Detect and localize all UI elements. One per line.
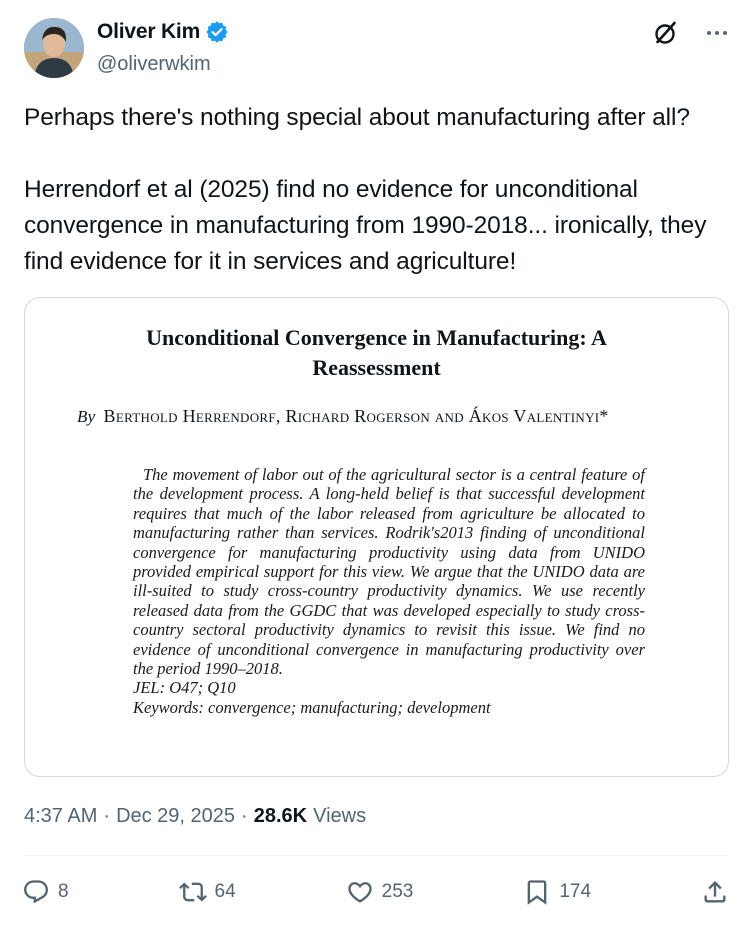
paper-author-names: Berthold Herrendorf, Richard Rogerson an… <box>103 406 609 426</box>
views-count: 28.6K <box>253 805 308 827</box>
paper-title: Unconditional Convergence in Manufacturi… <box>25 323 728 383</box>
tweet-date[interactable]: Dec 29, 2025 <box>116 805 235 828</box>
like-icon <box>347 882 372 903</box>
paper-title-line2: Reassessment <box>312 355 441 380</box>
author-name-row: Oliver Kim <box>97 20 228 44</box>
paper-abstract: The movement of labor out of the agricul… <box>133 465 645 717</box>
like-count: 253 <box>381 881 414 902</box>
more-icon[interactable] <box>705 21 729 45</box>
repost-button[interactable]: 64 <box>178 878 236 906</box>
reply-icon <box>24 880 48 904</box>
paper-authors: By Berthold Herrendorf, Richard Rogerson … <box>77 406 609 427</box>
tweet-paragraph: Herrendorf et al (2025) find no evidence… <box>24 176 707 275</box>
divider <box>24 855 729 856</box>
author-name[interactable]: Oliver Kim <box>97 20 200 44</box>
action-bar: 8 64 253 174 <box>22 872 729 912</box>
meta-separator: · <box>103 805 111 827</box>
abstract-keywords: Keywords: convergence; manufacturing; de… <box>133 697 491 717</box>
media-image-card[interactable]: Unconditional Convergence in Manufacturi… <box>24 297 729 777</box>
abstract-body: The movement of labor out of the agricul… <box>133 465 645 679</box>
like-button[interactable]: 253 <box>346 878 414 906</box>
reply-count: 8 <box>58 881 69 902</box>
tweet-time[interactable]: 4:37 AM <box>24 805 97 828</box>
views-label: Views <box>313 805 367 827</box>
author-handle[interactable]: @oliverwkim <box>97 53 211 76</box>
top-actions <box>653 20 729 46</box>
share-icon <box>704 881 726 903</box>
share-button[interactable] <box>701 878 729 906</box>
paper-title-line1: Unconditional Convergence in Manufacturi… <box>146 325 607 350</box>
repost-icon <box>178 882 207 902</box>
bookmark-icon <box>527 880 547 905</box>
verified-badge-icon <box>206 21 228 43</box>
avatar[interactable] <box>24 18 84 78</box>
tweet-meta: 4:37 AM · Dec 29, 2025 · 28.6K Views <box>24 805 366 828</box>
repost-count: 64 <box>214 881 236 902</box>
abstract-jel: JEL: O47; Q10 <box>133 678 236 698</box>
bookmark-count: 174 <box>559 881 592 902</box>
grok-icon[interactable] <box>653 20 679 46</box>
tweet-paragraph: Perhaps there's nothing special about ma… <box>24 104 690 131</box>
reply-button[interactable]: 8 <box>22 878 69 906</box>
paper-by: By <box>77 407 96 426</box>
tweet-text: Perhaps there's nothing special about ma… <box>24 100 729 280</box>
bookmark-button[interactable]: 174 <box>523 878 591 906</box>
meta-separator: · <box>241 805 248 827</box>
